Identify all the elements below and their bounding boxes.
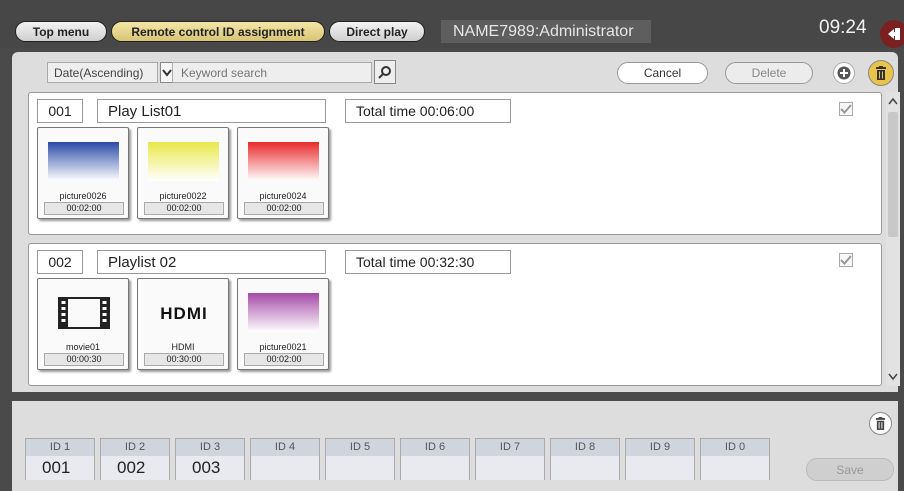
sort-select[interactable]: Date(Ascending): [47, 62, 158, 83]
id-label: ID 5: [349, 441, 371, 453]
clear-id-button[interactable]: [869, 412, 892, 435]
id-slot-4[interactable]: ID 4: [250, 438, 320, 480]
content-duration: 00:02:00: [44, 202, 124, 215]
id-slot-0[interactable]: ID 0: [700, 438, 770, 480]
id-label: ID 7: [499, 441, 521, 453]
playlist-total-time: Total time 00:06:00: [345, 99, 511, 123]
id-value: [251, 456, 319, 480]
content-duration: 00:02:00: [244, 202, 324, 215]
id-slot-6[interactable]: ID 6: [400, 438, 470, 480]
id-slot-9[interactable]: ID 9: [625, 438, 695, 480]
logout-icon: [888, 28, 900, 40]
clock: 09:24: [819, 17, 867, 38]
content-name: movie01: [65, 342, 101, 352]
playlist-number: 001: [37, 99, 83, 123]
playlist-checkbox[interactable]: [839, 253, 853, 267]
id-label: ID 6: [424, 441, 446, 453]
cancel-button[interactable]: Cancel: [617, 62, 708, 84]
id-label: ID 4: [274, 441, 296, 453]
chevron-up-icon: [888, 97, 898, 105]
content-name: picture0024: [259, 191, 307, 201]
playlist-checkbox[interactable]: [839, 102, 853, 116]
save-button[interactable]: Save: [806, 458, 894, 481]
content-thumbnail[interactable]: picture0021 00:02:00: [237, 278, 329, 370]
playlist-number: 002: [37, 250, 83, 274]
id-label: ID 0: [724, 441, 746, 453]
chevron-down-icon: [162, 68, 172, 77]
search-input[interactable]: [172, 62, 372, 83]
hdmi-logo-text: HDMI: [160, 304, 207, 323]
delete-playlist-button[interactable]: [868, 60, 894, 86]
id-value: [701, 456, 769, 480]
id-value: [326, 456, 394, 480]
playlist-card[interactable]: 001 Play List01 Total time 00:06:00 pict…: [28, 92, 882, 235]
film-icon: [48, 293, 119, 332]
hdmi-logo: HDMI: [148, 293, 219, 332]
red-gradient-image: [248, 142, 319, 181]
id-slot-2[interactable]: ID 2 002: [100, 438, 170, 480]
top-bar: Top menu Remote control ID assignment Di…: [0, 0, 904, 48]
id-assignment-panel: ID 1 001 ID 2 002 ID 3 003 ID 4 ID 5 ID …: [12, 398, 898, 491]
logout-button[interactable]: [880, 20, 904, 48]
id-value: 002: [101, 456, 169, 480]
playlist-name: Play List01: [97, 99, 326, 123]
id-slot-5[interactable]: ID 5: [325, 438, 395, 480]
id-slot-8[interactable]: ID 8: [550, 438, 620, 480]
search-button[interactable]: [374, 60, 396, 84]
playlist-panel: Date(Ascending) Cancel Delete 001 Play L…: [12, 52, 900, 392]
plus-circle-icon: [837, 66, 851, 80]
purple-gradient-image: [248, 293, 319, 332]
id-value: [626, 456, 694, 480]
blue-gradient-image: [48, 142, 119, 181]
content-thumbnail[interactable]: picture0024 00:02:00: [237, 127, 329, 219]
add-button[interactable]: [833, 62, 855, 84]
user-display: NAME7989:Administrator: [441, 20, 651, 43]
content-name: HDMI: [171, 342, 195, 352]
tab-remote-control-id-assignment[interactable]: Remote control ID assignment: [111, 21, 325, 42]
tab-top-menu[interactable]: Top menu: [15, 21, 107, 42]
id-label: ID 8: [574, 441, 596, 453]
check-icon: [840, 255, 852, 265]
playlist-total-time: Total time 00:32:30: [345, 250, 511, 274]
id-slot-7[interactable]: ID 7: [475, 438, 545, 480]
id-value: 003: [176, 456, 244, 480]
content-name: picture0021: [259, 342, 307, 352]
trash-icon: [876, 66, 886, 80]
id-value: 001: [26, 456, 94, 480]
vertical-scrollbar[interactable]: [886, 92, 900, 386]
search-icon: [378, 66, 391, 79]
check-icon: [840, 104, 852, 114]
delete-button[interactable]: Delete: [725, 62, 813, 84]
playlist-card[interactable]: 002 Playlist 02 Total time 00:32:30 movi…: [28, 243, 882, 386]
playlist-name: Playlist 02: [97, 250, 326, 274]
content-thumbnail[interactable]: picture0022 00:02:00: [137, 127, 229, 219]
id-slot-1[interactable]: ID 1 001: [25, 438, 95, 480]
yellow-gradient-image: [148, 142, 219, 181]
tab-direct-play[interactable]: Direct play: [329, 21, 425, 42]
content-duration: 00:00:30: [44, 353, 124, 366]
id-value: [401, 456, 469, 480]
id-label: ID 3: [199, 441, 221, 453]
id-slot-3[interactable]: ID 3 003: [175, 438, 245, 480]
content-thumbnail[interactable]: HDMI HDMI 00:30:00: [137, 278, 229, 370]
content-duration: 00:30:00: [144, 353, 224, 366]
id-label: ID 9: [649, 441, 671, 453]
id-label: ID 1: [49, 441, 71, 453]
id-value: [551, 456, 619, 480]
content-name: picture0026: [59, 191, 107, 201]
trash-icon: [875, 417, 886, 430]
scrollbar-thumb[interactable]: [888, 112, 898, 237]
content-thumbnail[interactable]: movie01 00:00:30: [37, 278, 129, 370]
scroll-up-button[interactable]: [886, 92, 900, 110]
id-value: [476, 456, 544, 480]
content-duration: 00:02:00: [244, 353, 324, 366]
content-thumbnail[interactable]: picture0026 00:02:00: [37, 127, 129, 219]
scroll-down-button[interactable]: [886, 368, 900, 386]
chevron-down-icon: [888, 373, 898, 381]
content-name: picture0022: [159, 191, 207, 201]
playlist-list: 001 Play List01 Total time 00:06:00 pict…: [20, 92, 882, 386]
id-label: ID 2: [124, 441, 146, 453]
content-duration: 00:02:00: [144, 202, 224, 215]
